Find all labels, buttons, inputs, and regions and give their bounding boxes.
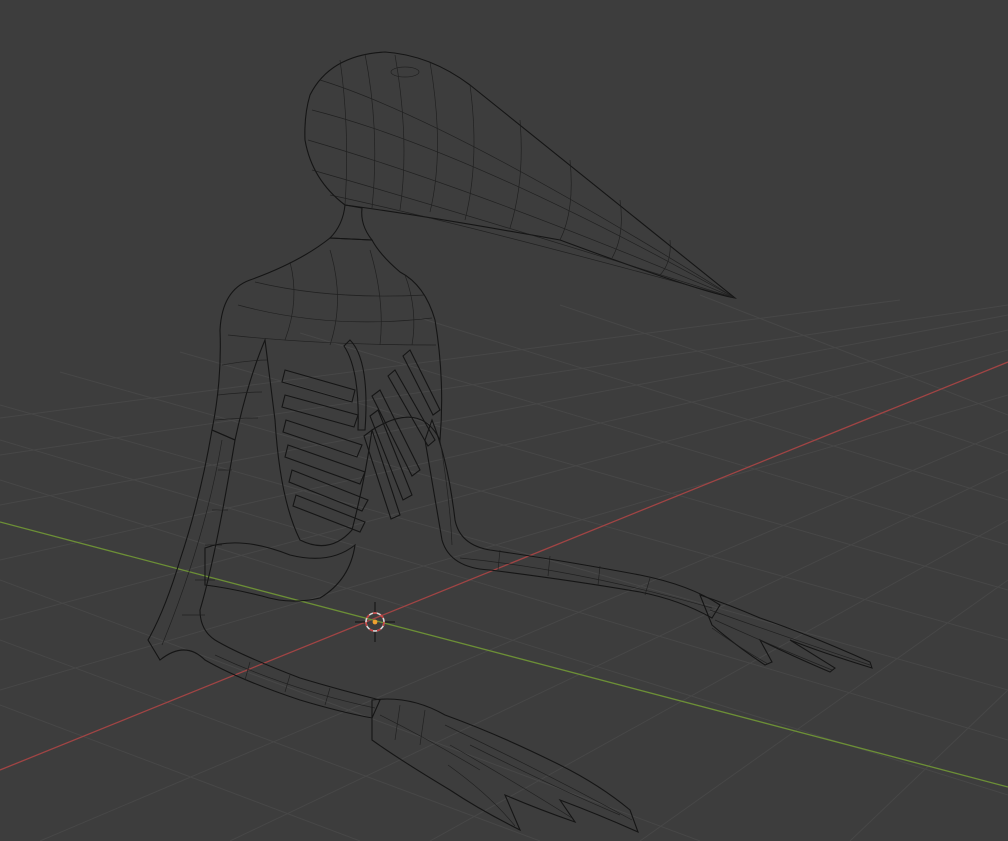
creature-mesh[interactable]: [147, 51, 873, 834]
right-arm-mesh[interactable]: [424, 418, 721, 619]
head-wireframe: [307, 53, 736, 299]
object-origin-dot: [372, 619, 378, 625]
floor-grid: [0, 294, 1008, 841]
y-axis-line: [0, 521, 1008, 788]
left-hand-mesh[interactable]: [371, 698, 639, 834]
rib-cage[interactable]: [281, 339, 441, 533]
3d-viewport[interactable]: [0, 0, 1008, 841]
right-hand-mesh[interactable]: [699, 594, 873, 673]
neck-mesh[interactable]: [328, 204, 374, 241]
x-axis-line: [0, 361, 1008, 771]
left-hand-wireframe: [379, 704, 633, 827]
left-arm-wireframe: [161, 439, 376, 709]
